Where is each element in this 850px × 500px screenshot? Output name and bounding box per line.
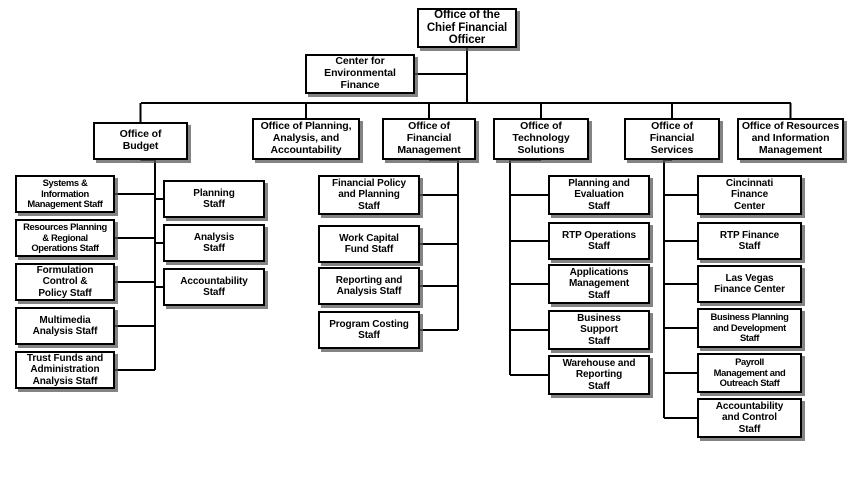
- node-techsol-col-3[interactable]: Business Support Staff: [548, 310, 650, 350]
- node-label: Planning Staff: [193, 187, 235, 210]
- node-finserv-col-1[interactable]: RTP Finance Staff: [697, 222, 802, 260]
- node-resinfo[interactable]: Office of Resources and Information Mana…: [737, 118, 844, 160]
- node-label: Multimedia Analysis Staff: [32, 314, 98, 337]
- node-label: Accountability Staff: [180, 275, 248, 298]
- node-label: Business Support Staff: [577, 313, 621, 347]
- node-label: RTP Operations Staff: [562, 229, 636, 252]
- node-label: Analysis Staff: [193, 231, 235, 254]
- node-budget-col-b-0[interactable]: Planning Staff: [163, 180, 265, 218]
- node-budget-col-a-4[interactable]: Trust Funds and Administration Analysis …: [15, 351, 115, 389]
- node-techsol-col-4[interactable]: Warehouse and Reporting Staff: [548, 355, 650, 395]
- node-finserv-col-3[interactable]: Business Planning and Development Staff: [697, 308, 802, 348]
- node-techsol-col-1[interactable]: RTP Operations Staff: [548, 222, 650, 260]
- node-finmgmt-col-3[interactable]: Program Costing Staff: [318, 311, 420, 349]
- node-techsol-col-2[interactable]: Applications Management Staff: [548, 264, 650, 304]
- node-ocfo[interactable]: Office of the Chief Financial Officer: [417, 8, 517, 48]
- node-label: Systems & Information Management Staff: [27, 177, 103, 210]
- node-label: Las Vegas Finance Center: [714, 272, 785, 295]
- org-chart-canvas: Office of the Chief Financial Officer Cen…: [0, 0, 850, 500]
- node-opaa[interactable]: Office of Planning, Analysis, and Accoun…: [252, 118, 360, 160]
- node-label: Office of Resources and Information Mana…: [741, 120, 840, 156]
- node-budget-col-a-2[interactable]: Formulation Control & Policy Staff: [15, 263, 115, 301]
- node-budget-col-b-1[interactable]: Analysis Staff: [163, 224, 265, 262]
- node-cef[interactable]: Center for Environmental Finance: [305, 54, 415, 94]
- node-budget-col-a-3[interactable]: Multimedia Analysis Staff: [15, 307, 115, 345]
- node-label: Applications Management Staff: [568, 267, 630, 301]
- node-label: Office of Planning, Analysis, and Accoun…: [260, 120, 352, 156]
- node-label: Office of Budget: [119, 128, 162, 152]
- node-finmgmt[interactable]: Office of Financial Management: [382, 118, 476, 160]
- node-techsol-col-0[interactable]: Planning and Evaluation Staff: [548, 175, 650, 215]
- node-finserv-col-0[interactable]: Cincinnati Finance Center: [697, 175, 802, 215]
- node-label: Office of Financial Management: [397, 120, 461, 156]
- node-finserv-col-2[interactable]: Las Vegas Finance Center: [697, 265, 802, 303]
- node-finserv-col-5[interactable]: Accountability and Control Staff: [697, 398, 802, 438]
- node-label: Financial Policy and Planning Staff: [332, 178, 406, 212]
- node-finmgmt-col-0[interactable]: Financial Policy and Planning Staff: [318, 175, 420, 215]
- node-label: Planning and Evaluation Staff: [568, 178, 630, 212]
- node-label: Resources Planning & Regional Operations…: [23, 221, 107, 254]
- node-label: Trust Funds and Administration Analysis …: [26, 353, 104, 387]
- node-label: Payroll Management and Outreach Staff: [713, 356, 786, 389]
- node-label: Business Planning and Development Staff: [710, 311, 789, 344]
- node-label: Office of the Chief Financial Officer: [426, 8, 508, 47]
- node-label: Accountability and Control Staff: [715, 401, 784, 435]
- node-budget-col-a-1[interactable]: Resources Planning & Regional Operations…: [15, 219, 115, 257]
- node-label: Center for Environmental Finance: [324, 55, 396, 91]
- node-label: Warehouse and Reporting Staff: [562, 358, 636, 392]
- node-label: Program Costing Staff: [329, 318, 409, 341]
- node-label: Formulation Control & Policy Staff: [36, 265, 94, 299]
- node-label: Cincinnati Finance Center: [725, 178, 774, 212]
- node-label: Office of Financial Services: [649, 120, 695, 156]
- node-finserv[interactable]: Office of Financial Services: [624, 118, 720, 160]
- node-label: Reporting and Analysis Staff: [335, 274, 403, 297]
- node-budget-col-a-0[interactable]: Systems & Information Management Staff: [15, 175, 115, 213]
- node-label: Work Capital Fund Staff: [339, 232, 399, 255]
- node-finmgmt-col-1[interactable]: Work Capital Fund Staff: [318, 225, 420, 263]
- node-techsol[interactable]: Office of Technology Solutions: [493, 118, 589, 160]
- node-budget-col-b-2[interactable]: Accountability Staff: [163, 268, 265, 306]
- node-label: Office of Technology Solutions: [512, 120, 570, 156]
- node-finmgmt-col-2[interactable]: Reporting and Analysis Staff: [318, 267, 420, 305]
- node-finserv-col-4[interactable]: Payroll Management and Outreach Staff: [697, 353, 802, 393]
- node-budget[interactable]: Office of Budget: [93, 122, 188, 160]
- node-label: RTP Finance Staff: [719, 229, 780, 252]
